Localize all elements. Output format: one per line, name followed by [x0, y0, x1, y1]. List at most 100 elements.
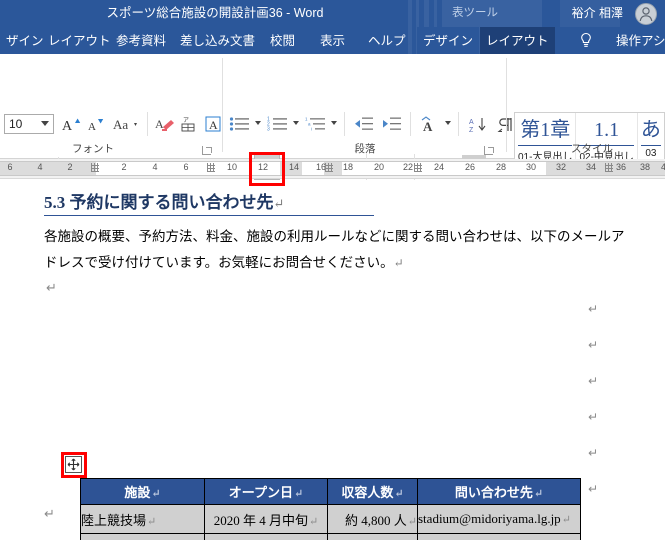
contextual-tools-label: 表ツール: [452, 7, 498, 19]
ruler-num-7: 10: [226, 162, 237, 172]
bullets-icon[interactable]: [228, 114, 252, 134]
body-paragraph-text: 各施設の概要、予約方法、料金、施設の利用ルールなどに関する問い合わせは、以下のメ…: [44, 229, 625, 270]
tab-mailings[interactable]: 差し込み文書: [174, 27, 261, 54]
svg-text:A: A: [423, 119, 433, 133]
paragraph-mark-icon: ↵: [393, 256, 404, 270]
cell-facility[interactable]: 多目的グラウンド↵: [80, 533, 205, 540]
cell-open-date[interactable]: 2020 年 3 月上旬↵: [204, 533, 328, 540]
font-size-value: 10: [9, 117, 23, 131]
shrink-font-icon[interactable]: A: [84, 114, 106, 134]
person-avatar-icon[interactable]: [635, 3, 657, 25]
ruler-num-19: 34: [585, 162, 596, 172]
table-header-facility[interactable]: 施設↵: [80, 478, 205, 505]
group-label-font: フォント: [72, 143, 114, 155]
svg-text:Aa: Aa: [113, 117, 128, 132]
ruler-tab-mark-3[interactable]: [325, 163, 333, 172]
ruler-num-3: 2: [67, 162, 73, 172]
contact-table[interactable]: 施設↵ オープン日↵ 収容人数↵ 問い合わせ先↵ 陸上競技場↵ 2020 年 4…: [80, 478, 581, 540]
svg-text:A: A: [155, 117, 164, 131]
ruler-num-17: 30: [525, 162, 536, 172]
ruler-num-4: 2: [121, 162, 127, 172]
section-heading-text: 5.3 予約に関する問い合わせ先: [44, 193, 274, 212]
cell-capacity[interactable]: 約 2,500 人↵: [327, 533, 418, 540]
svg-text:A: A: [469, 119, 474, 126]
paragraph-mark-icon: ↵: [273, 196, 285, 211]
table-row[interactable]: 陸上競技場↵ 2020 年 4 月中旬↵ 約 4,800 人↵ stadium@…: [80, 504, 581, 534]
increase-indent-icon[interactable]: [380, 114, 404, 134]
ruler-tab-mark-5[interactable]: [605, 163, 613, 172]
table-row[interactable]: 多目的グラウンド↵ 2020 年 3 月上旬↵ 約 2,500 人↵ groun…: [80, 533, 581, 540]
tab-references[interactable]: 参考資料: [110, 27, 172, 54]
window-title: スポーツ総合施設の開設計画36 - Word: [106, 6, 324, 20]
ruler-num-20: 36: [615, 162, 626, 172]
row-end-mark-icon: ↵: [588, 302, 599, 316]
ruler-num-5: 4: [152, 162, 158, 172]
header-label: 収容人数: [341, 485, 394, 500]
table-move-handle-icon[interactable]: [65, 456, 82, 473]
ruler-num-15: 26: [464, 162, 475, 172]
ruler-num-22: 40: [658, 162, 665, 172]
svg-text:ア: ア: [183, 117, 189, 124]
tab-layout-main[interactable]: レイアウト: [42, 27, 117, 54]
horizontal-ruler[interactable]: 6 4 2 2 4 6 10 12 14 16 18 20 22 24 26 2…: [0, 159, 665, 179]
paragraph-mark-icon: ↵: [46, 280, 57, 295]
cell-email[interactable]: ground@midoriyama.lg.jp↵: [417, 533, 581, 540]
table-header-open-date[interactable]: オープン日↵: [204, 478, 328, 505]
tab-tell-me[interactable]: 操作アシ: [610, 27, 665, 54]
ruler-tab-mark-1[interactable]: [91, 163, 99, 172]
table-header-capacity[interactable]: 収容人数↵: [327, 478, 418, 505]
style-preview-3: あ: [640, 115, 661, 146]
character-border-icon[interactable]: A: [202, 114, 224, 134]
cell-open-date[interactable]: 2020 年 4 月中旬↵: [204, 504, 328, 534]
tab-help[interactable]: ヘルプ: [362, 27, 412, 54]
cell-facility[interactable]: 陸上競技場↵: [80, 504, 205, 534]
header-label: オープン日: [228, 485, 293, 500]
lightbulb-icon: [579, 32, 593, 49]
svg-text:Z: Z: [469, 127, 474, 133]
numbering-dropdown-icon[interactable]: [292, 119, 300, 127]
chevron-down-icon[interactable]: [41, 121, 49, 126]
ruler-tab-mark-4[interactable]: [414, 163, 422, 172]
group-label-paragraph: 段落: [354, 143, 376, 155]
tab-review[interactable]: 校閲: [264, 27, 301, 54]
ruler-num-11: 18: [342, 162, 353, 172]
document-canvas[interactable]: 5.3 予約に関する問い合わせ先↵ 各施設の概要、予約方法、料金、施設の利用ルー…: [0, 180, 665, 540]
svg-text:A: A: [88, 121, 96, 133]
ruler-num-6: 6: [183, 162, 189, 172]
change-case-icon[interactable]: Aa: [112, 114, 142, 134]
character-spacing-dropdown-icon[interactable]: [444, 119, 452, 127]
tab-view[interactable]: 表示: [314, 27, 351, 54]
table-header-contact[interactable]: 問い合わせ先↵: [417, 478, 581, 505]
cell-capacity[interactable]: 約 4,800 人↵: [327, 504, 418, 534]
character-spacing-icon[interactable]: A: [418, 114, 442, 134]
sort-icon[interactable]: A Z: [466, 114, 490, 134]
section-heading: 5.3 予約に関する問い合わせ先↵: [44, 188, 374, 216]
cell-email[interactable]: stadium@midoriyama.lg.jp↵: [417, 504, 581, 534]
multilevel-dropdown-icon[interactable]: [330, 119, 338, 127]
grow-font-icon[interactable]: A: [60, 114, 82, 134]
bullets-dropdown-icon[interactable]: [254, 119, 262, 127]
font-dialog-launcher[interactable]: [202, 146, 212, 155]
ruler-num-18: 32: [555, 162, 566, 172]
phonetic-guide-icon[interactable]: ア: [178, 114, 200, 134]
account-name: 裕介 相澤: [571, 6, 623, 20]
group-label-styles: スタイル: [571, 143, 613, 155]
ruler-num-16: 28: [495, 162, 506, 172]
font-size-combo[interactable]: 10: [4, 114, 54, 134]
word-window: スポーツ総合施設の開設計画36 - Word 表ツール 裕介 相澤 ザイン レイ…: [0, 0, 665, 540]
paragraph-dialog-launcher[interactable]: [484, 146, 494, 155]
multilevel-list-icon[interactable]: 1 a i: [304, 114, 328, 134]
title-bar: スポーツ総合施設の開設計画36 - Word 表ツール 裕介 相澤: [0, 0, 665, 27]
svg-text:A: A: [209, 118, 218, 132]
ruler-num-9: 14: [288, 162, 299, 172]
ruler-num-12: 20: [373, 162, 384, 172]
tab-table-layout[interactable]: レイアウト: [480, 27, 555, 54]
row-end-mark-icon: ↵: [588, 338, 599, 352]
paragraph-mark-icon: ↵: [44, 506, 55, 521]
svg-text:3: 3: [267, 127, 270, 133]
clear-formatting-icon[interactable]: A: [154, 114, 176, 134]
numbering-icon[interactable]: 1 2 3: [266, 114, 290, 134]
ruler-tab-mark-2[interactable]: [207, 163, 215, 172]
decrease-indent-icon[interactable]: [352, 114, 376, 134]
tab-table-design[interactable]: デザイン: [417, 27, 480, 54]
